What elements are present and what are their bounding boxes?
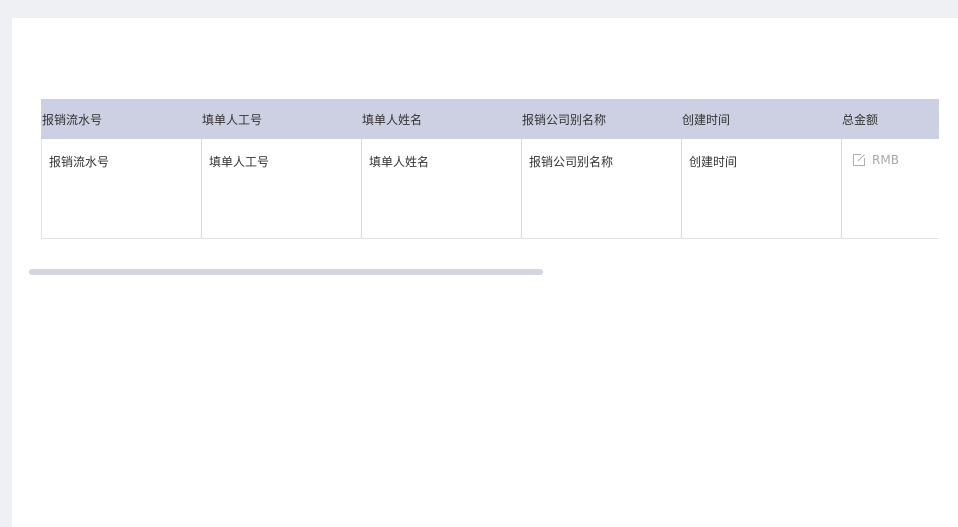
header-total-amount[interactable]: 总金额	[841, 99, 939, 139]
header-company-alias[interactable]: 报销公司别名称	[521, 99, 681, 139]
cell-serial-no[interactable]: 报销流水号	[41, 139, 201, 238]
header-filler-id[interactable]: 填单人工号	[201, 99, 361, 139]
header-serial-no[interactable]: 报销流水号	[41, 99, 201, 139]
reimbursement-table: 报销流水号 填单人工号 填单人姓名 报销公司别名称 创建时间 总金额 报销流水号…	[41, 99, 939, 239]
edit-icon[interactable]	[852, 153, 866, 167]
cell-created-time[interactable]: 创建时间	[681, 139, 841, 238]
cell-filler-name[interactable]: 填单人姓名	[361, 139, 521, 238]
header-created-time[interactable]: 创建时间	[681, 99, 841, 139]
cell-total-amount[interactable]: RMB	[841, 139, 939, 238]
cell-filler-id[interactable]: 填单人工号	[201, 139, 361, 238]
amount-input-placeholder[interactable]: RMB	[872, 153, 899, 167]
scrollbar-thumb[interactable]	[29, 269, 543, 275]
header-filler-name[interactable]: 填单人姓名	[361, 99, 521, 139]
cell-company-alias[interactable]: 报销公司别名称	[521, 139, 681, 238]
table-header-row: 报销流水号 填单人工号 填单人姓名 报销公司别名称 创建时间 总金额	[41, 99, 939, 139]
horizontal-scrollbar[interactable]	[29, 269, 939, 275]
page-container: 报销流水号 填单人工号 填单人姓名 报销公司别名称 创建时间 总金额 报销流水号…	[12, 18, 958, 527]
table-row: 报销流水号 填单人工号 填单人姓名 报销公司别名称 创建时间 RMB	[41, 139, 939, 239]
